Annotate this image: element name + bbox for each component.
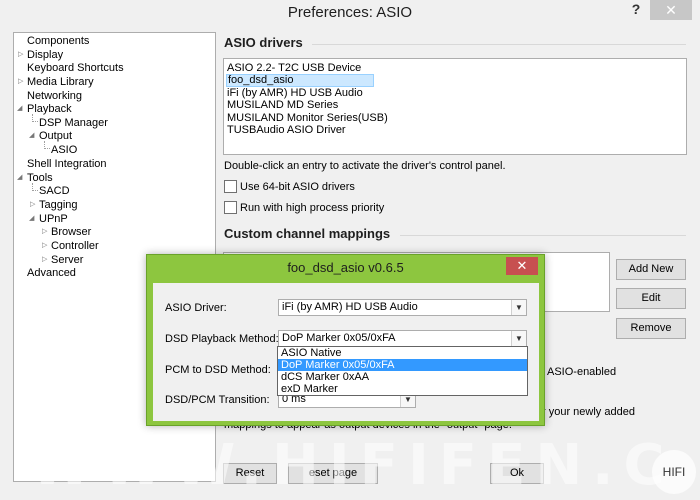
tree-item-asio[interactable]: ASIO [51, 143, 77, 157]
window-title: Preferences: ASIO [0, 0, 700, 28]
reset-button[interactable]: Reset [223, 463, 277, 484]
tree-item-upnp[interactable]: UPnP [39, 212, 68, 226]
expand-arrow-icon[interactable]: ▷ [18, 48, 23, 62]
tree-item-tagging[interactable]: Tagging [39, 198, 78, 212]
edit-button[interactable]: Edit [616, 288, 686, 309]
tree-connector [32, 183, 38, 191]
tree-item-browser[interactable]: Browser [51, 225, 91, 239]
driver-list-item[interactable]: MUSILAND Monitor Series(USB) [226, 112, 684, 124]
tree-item-server[interactable]: Server [51, 253, 83, 267]
tree-item-controller[interactable]: Controller [51, 239, 99, 253]
channel-mappings-heading: Custom channel mappings [224, 226, 391, 241]
tree-item-shell-integration[interactable]: Shell Integration [27, 157, 107, 171]
dropdown-option-selected[interactable]: DoP Marker 0x05/0xFA [278, 359, 527, 371]
asio-drivers-heading: ASIO drivers [224, 35, 303, 50]
mappings-description: ASIO-enabled [547, 366, 617, 378]
watermark-logo: HIFI [652, 450, 696, 494]
driver-hint-text: Double-click an entry to activate the dr… [224, 160, 506, 172]
window-close-button[interactable]: ✕ [650, 0, 692, 20]
add-new-button[interactable]: Add New [616, 259, 686, 280]
use-64bit-label: Use 64-bit ASIO drivers [240, 181, 355, 193]
dsd-pcm-transition-label: DSD/PCM Transition: [165, 394, 270, 406]
driver-list-item[interactable]: iFi (by AMR) HD USB Audio [226, 87, 684, 99]
tree-connector [32, 114, 38, 122]
remove-button[interactable]: Remove [616, 318, 686, 339]
collapse-arrow-icon[interactable]: ◢ [29, 129, 34, 143]
tree-item-advanced[interactable]: Advanced [27, 266, 76, 280]
tree-item-networking[interactable]: Networking [27, 89, 82, 103]
expand-arrow-icon[interactable]: ▷ [42, 225, 47, 239]
ok-button[interactable]: Ok [490, 463, 544, 484]
dropdown-option[interactable]: exD Marker [278, 383, 527, 395]
foo-dsd-asio-dialog: foo_dsd_asio v0.6.5 ✕ ASIO Driver: iFi (… [146, 254, 545, 426]
dropdown-option[interactable]: dCS Marker 0xAA [278, 371, 527, 383]
driver-list-item[interactable]: MUSILAND MD Series [226, 99, 684, 111]
chevron-down-icon[interactable]: ▼ [511, 300, 526, 315]
pcm-to-dsd-method-label: PCM to DSD Method: [165, 364, 271, 376]
dsd-playback-method-select[interactable]: DoP Marker 0x05/0xFA ▼ [278, 330, 527, 347]
collapse-arrow-icon[interactable]: ◢ [29, 212, 34, 226]
expand-arrow-icon[interactable]: ▷ [42, 253, 47, 267]
chevron-down-icon[interactable]: ▼ [511, 331, 526, 346]
help-button[interactable]: ? [626, 0, 646, 20]
dialog-close-button[interactable]: ✕ [506, 257, 538, 275]
asio-driver-select[interactable]: iFi (by AMR) HD USB Audio ▼ [278, 299, 527, 316]
asio-driver-value: iFi (by AMR) HD USB Audio [282, 301, 418, 313]
section-divider [312, 44, 686, 45]
expand-arrow-icon[interactable]: ▷ [30, 198, 35, 212]
collapse-arrow-icon[interactable]: ◢ [17, 171, 22, 185]
dropdown-option[interactable]: ASIO Native [278, 347, 527, 359]
driver-list-item[interactable]: ASIO 2.2- T2C USB Device [226, 62, 684, 74]
section-divider [400, 235, 686, 236]
driver-list-item[interactable]: TUSBAudio ASIO Driver [226, 124, 684, 136]
tree-item-keyboard-shortcuts[interactable]: Keyboard Shortcuts [27, 61, 124, 75]
expand-arrow-icon[interactable]: ▷ [42, 239, 47, 253]
dsd-playback-method-dropdown[interactable]: ASIO Native DoP Marker 0x05/0xFA dCS Mar… [277, 346, 528, 396]
dsd-playback-method-label: DSD Playback Method: [165, 333, 279, 345]
use-64bit-checkbox[interactable] [224, 180, 237, 193]
tree-item-sacd[interactable]: SACD [39, 184, 70, 198]
collapse-arrow-icon[interactable]: ◢ [17, 102, 22, 116]
asio-driver-label: ASIO Driver: [165, 302, 227, 314]
mappings-description: r your newly added [542, 406, 635, 418]
dsd-playback-method-value: DoP Marker 0x05/0xFA [282, 332, 396, 344]
high-priority-label: Run with high process priority [240, 202, 385, 214]
tree-item-dsp-manager[interactable]: DSP Manager [39, 116, 108, 130]
expand-arrow-icon[interactable]: ▷ [18, 75, 23, 89]
tree-item-media-library[interactable]: Media Library [27, 75, 94, 89]
tree-item-components[interactable]: Components [27, 34, 89, 48]
tree-item-display[interactable]: Display [27, 48, 63, 62]
tree-item-tools[interactable]: Tools [27, 171, 53, 185]
driver-list-item-selected[interactable]: foo_dsd_asio [226, 74, 374, 87]
reset-page-button[interactable]: eset page [288, 463, 378, 484]
asio-driver-list[interactable]: ASIO 2.2- T2C USB Device foo_dsd_asio iF… [223, 58, 687, 155]
tree-connector [44, 141, 50, 149]
dialog-title: foo_dsd_asio v0.6.5 [287, 260, 404, 275]
high-priority-checkbox[interactable] [224, 201, 237, 214]
